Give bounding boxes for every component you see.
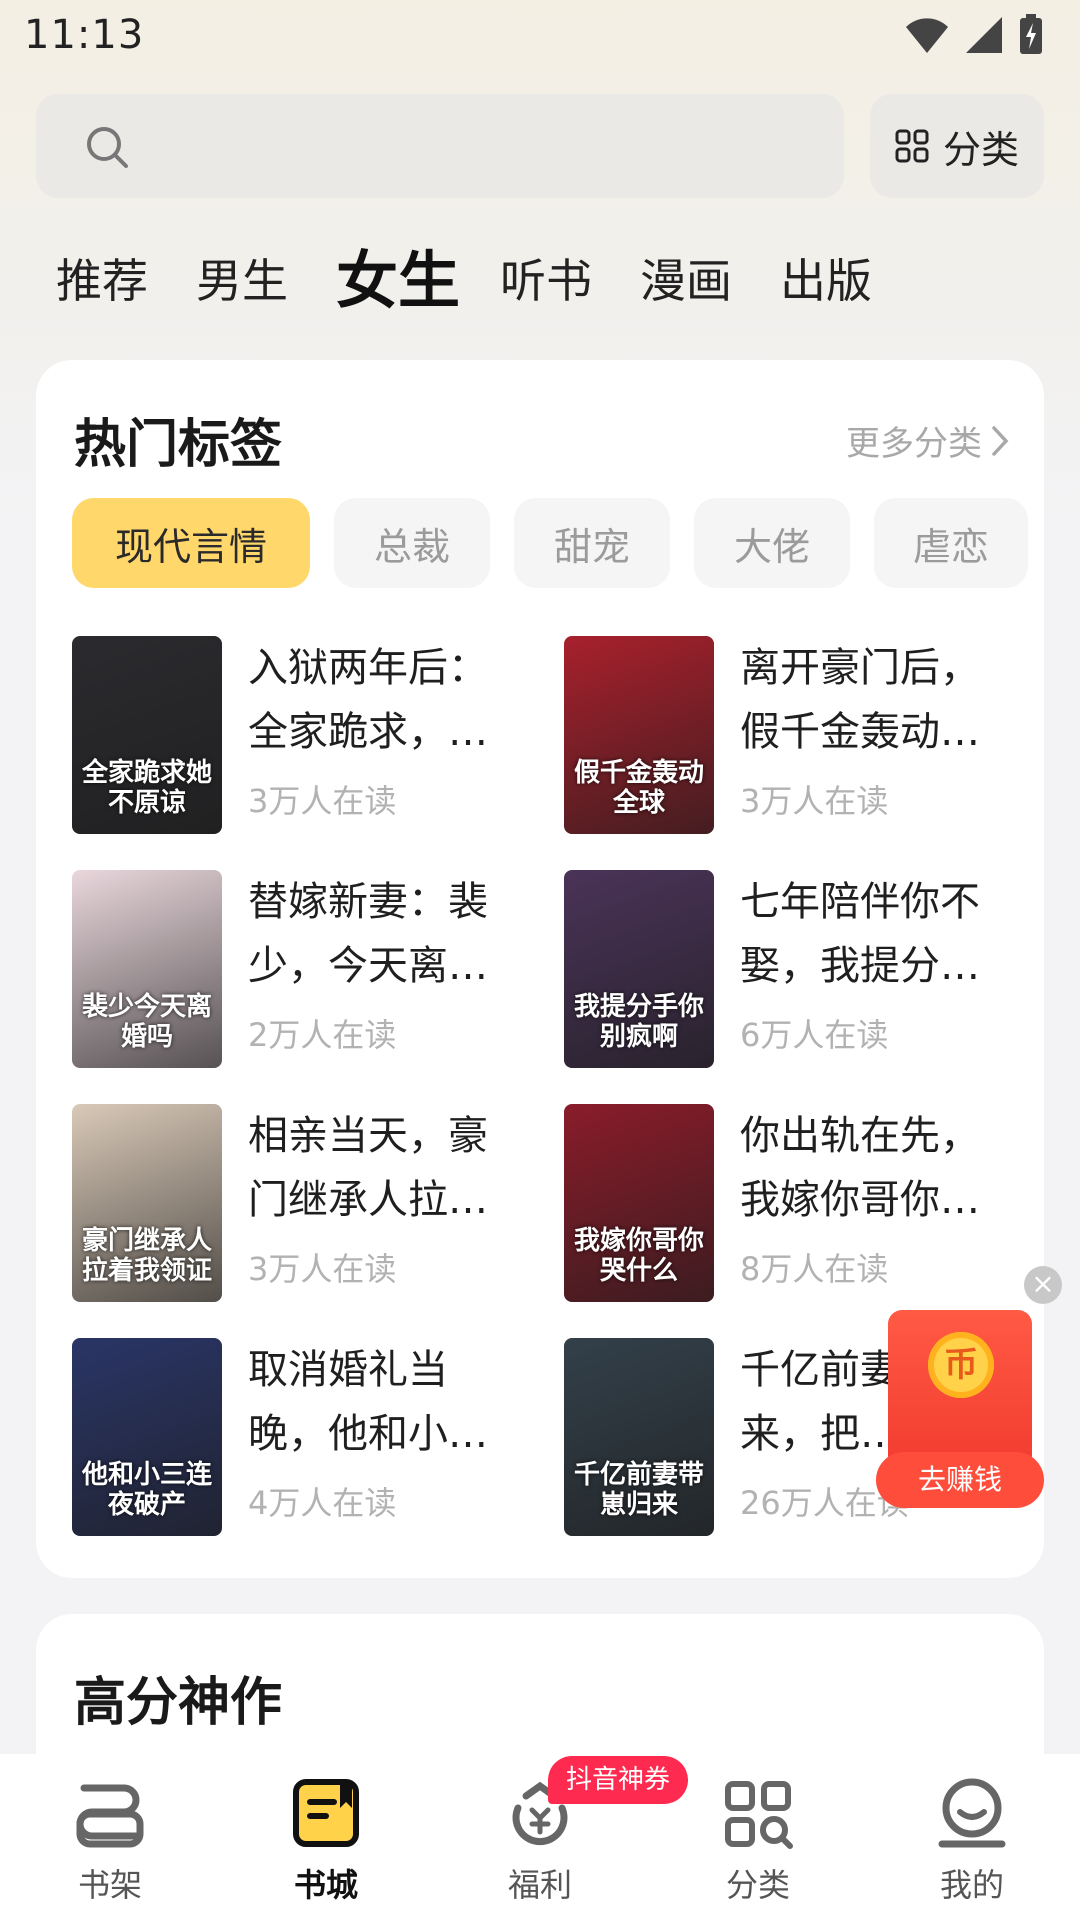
tag-chip-ceo[interactable]: 总裁 xyxy=(334,498,490,588)
tag-chip-boss[interactable]: 大佬 xyxy=(694,498,850,588)
tab-recommend[interactable]: 推荐 xyxy=(56,236,148,326)
book-item[interactable]: 我嫁你哥你哭什么 你出轨在先，我嫁你哥你… 8万人在读 xyxy=(564,1104,1024,1302)
tab-female[interactable]: 女生 xyxy=(336,236,460,326)
book-title: 入狱两年后：全家跪求，… xyxy=(248,645,488,755)
book-item[interactable]: 假千金轰动全球 离开豪门后，假千金轰动… 3万人在读 xyxy=(564,636,1024,834)
search-input[interactable] xyxy=(36,94,844,198)
channel-tabs: 推荐 男生 女生 听书 漫画 出版 xyxy=(56,236,920,326)
nav-bookstore[interactable]: 书城 xyxy=(218,1754,434,1920)
book-item[interactable]: 裴少今天离婚吗 替嫁新妻：裴少，今天离… 2万人在读 xyxy=(72,870,532,1068)
book-cover: 假千金轰动全球 xyxy=(564,636,714,834)
bookshelf-icon xyxy=(76,1784,144,1848)
book-title: 你出轨在先，我嫁你哥你… xyxy=(740,1113,980,1223)
book-readers: 4万人在读 xyxy=(248,1484,397,1522)
bookstore-icon xyxy=(293,1779,359,1847)
book-readers: 2万人在读 xyxy=(248,1016,397,1054)
section-title: 热门标签 xyxy=(74,415,283,475)
nav-bookshelf[interactable]: 书架 xyxy=(2,1754,218,1920)
more-categories-label: 更多分类 xyxy=(846,424,982,464)
category-button[interactable]: 分类 xyxy=(870,94,1044,198)
book-cover: 千亿前妻带崽归来 xyxy=(564,1338,714,1536)
status-time: 11:13 xyxy=(24,12,145,58)
status-icons xyxy=(904,14,1044,56)
earn-money-button[interactable]: 去赚钱 xyxy=(876,1452,1044,1508)
cover-title: 千亿前妻带崽归来 xyxy=(573,1460,704,1520)
nav-profile[interactable]: 我的 xyxy=(864,1754,1080,1920)
chevron-right-icon xyxy=(992,425,1009,456)
nav-label: 我的 xyxy=(939,1866,1004,1904)
book-title: 取消婚礼当晚，他和小… xyxy=(248,1347,488,1457)
close-icon[interactable]: × xyxy=(1024,1266,1062,1304)
tag-list: 现代言情 总裁 甜宠 大佬 虐恋 xyxy=(72,498,1028,588)
cover-title: 假千金轰动全球 xyxy=(573,758,704,818)
bottom-navigation: 书架 书城 福利 分类 我的 xyxy=(0,1754,1080,1920)
cover-title: 全家跪求她不原谅 xyxy=(81,758,212,818)
tab-comics[interactable]: 漫画 xyxy=(640,236,732,326)
wifi-icon xyxy=(906,18,948,53)
book-readers: 8万人在读 xyxy=(740,1250,889,1288)
category-icon xyxy=(725,1781,793,1849)
profile-icon xyxy=(938,1778,1006,1848)
battery-icon xyxy=(1020,14,1042,54)
tab-publishing[interactable]: 出版 xyxy=(780,236,872,326)
book-item[interactable]: 豪门继承人拉着我领证 相亲当天，豪门继承人拉… 3万人在读 xyxy=(72,1104,532,1302)
nav-label: 书架 xyxy=(77,1866,142,1904)
book-cover: 他和小三连夜破产 xyxy=(72,1338,222,1536)
book-title: 相亲当天，豪门继承人拉… xyxy=(248,1113,488,1223)
tag-chip-sweet[interactable]: 甜宠 xyxy=(514,498,670,588)
cover-title: 他和小三连夜破产 xyxy=(81,1460,212,1520)
grid-icon xyxy=(895,129,929,163)
tag-chip-modern-romance[interactable]: 现代言情 xyxy=(72,498,310,588)
cover-title: 裴少今天离婚吗 xyxy=(81,992,212,1052)
book-readers: 3万人在读 xyxy=(248,1250,397,1288)
book-title: 七年陪伴你不娶，我提分… xyxy=(740,879,980,989)
reward-widget[interactable]: 币 xyxy=(888,1310,1032,1470)
book-cover: 裴少今天离婚吗 xyxy=(72,870,222,1068)
book-title: 离开豪门后，假千金轰动… xyxy=(740,645,980,755)
book-item[interactable]: 我提分手你别疯啊 七年陪伴你不娶，我提分… 6万人在读 xyxy=(564,870,1024,1068)
welfare-badge: 抖音神券 xyxy=(548,1756,689,1804)
nav-label: 书城 xyxy=(293,1866,358,1904)
book-item[interactable]: 他和小三连夜破产 取消婚礼当晚，他和小… 4万人在读 xyxy=(72,1338,532,1536)
more-categories-link[interactable]: 更多分类 xyxy=(846,416,1010,465)
coin-icon: 币 xyxy=(928,1332,994,1398)
book-cover: 我嫁你哥你哭什么 xyxy=(564,1104,714,1302)
nav-label: 分类 xyxy=(725,1866,790,1904)
category-button-label: 分类 xyxy=(942,127,1019,172)
book-cover: 我提分手你别疯啊 xyxy=(564,870,714,1068)
section-title: 高分神作 xyxy=(74,1673,283,1733)
book-readers: 3万人在读 xyxy=(740,782,889,820)
status-bar: 11:13 xyxy=(0,0,1080,72)
book-title: 替嫁新妻：裴少，今天离… xyxy=(248,879,488,989)
signal-icon xyxy=(966,17,1002,53)
tab-audiobook[interactable]: 听书 xyxy=(500,236,592,326)
tag-chip-angst[interactable]: 虐恋 xyxy=(874,498,1028,588)
book-readers: 3万人在读 xyxy=(248,782,397,820)
cover-title: 我提分手你别疯啊 xyxy=(573,992,704,1052)
book-cover: 豪门继承人拉着我领证 xyxy=(72,1104,222,1302)
book-readers: 6万人在读 xyxy=(740,1016,889,1054)
cover-title: 豪门继承人拉着我领证 xyxy=(81,1226,212,1286)
book-item[interactable]: 全家跪求她不原谅 入狱两年后：全家跪求，… 3万人在读 xyxy=(72,636,532,834)
book-cover: 全家跪求她不原谅 xyxy=(72,636,222,834)
tab-male[interactable]: 男生 xyxy=(196,236,288,326)
search-icon xyxy=(87,127,128,168)
cover-title: 我嫁你哥你哭什么 xyxy=(573,1226,704,1286)
nav-label: 福利 xyxy=(507,1866,572,1904)
